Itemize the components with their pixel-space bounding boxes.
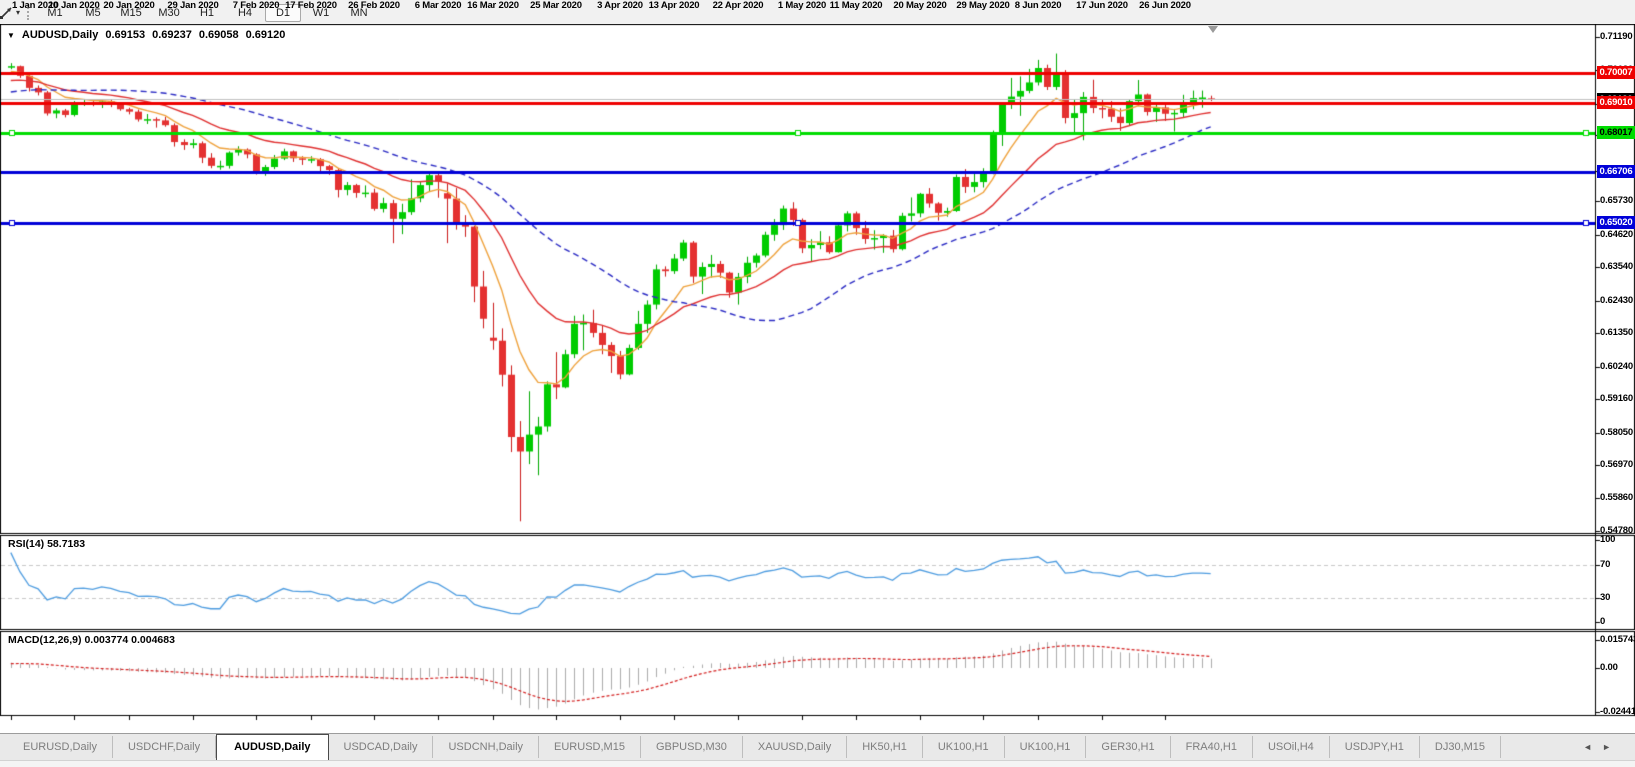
chart-tab-uk100-h1[interactable]: UK100,H1 <box>1004 736 1087 758</box>
chart-tab-audusd-daily[interactable]: AUDUSD,Daily <box>216 734 329 761</box>
price-axis-label: 0.58050 <box>1600 427 1633 438</box>
date-axis-label: 11 May 2020 <box>829 0 883 11</box>
date-axis-label: 29 Jan 2020 <box>167 0 219 11</box>
price-line-badge[interactable]: 0.66706 <box>1597 165 1635 178</box>
chart-title: ▼ AUDUSD,Daily 0.69153 0.69237 0.69058 0… <box>7 29 285 41</box>
date-axis-label: 25 Mar 2020 <box>530 0 582 11</box>
chart-tab-fra40-h1[interactable]: FRA40,H1 <box>1170 736 1253 758</box>
macd-indicator-label: MACD(12,26,9) 0.003774 0.004683 <box>8 634 175 646</box>
date-axis-label: 8 Jun 2020 <box>1014 0 1062 11</box>
price-line-badge[interactable]: 0.65020 <box>1597 216 1635 229</box>
date-axis-label: 17 Feb 2020 <box>285 0 337 11</box>
chart-tab-dj30-m15[interactable]: DJ30,M15 <box>1419 736 1502 758</box>
chart-tab-usdjpy-h1[interactable]: USDJPY,H1 <box>1329 736 1420 758</box>
symbol-dropdown-icon[interactable]: ▼ <box>7 31 15 40</box>
price-axis-label: 0.65730 <box>1600 195 1633 206</box>
price-line-badge[interactable]: 0.68017 <box>1597 126 1635 139</box>
price-chart-canvas[interactable] <box>0 24 1635 767</box>
ohlc-open: 0.69153 <box>105 29 146 41</box>
chart-tab-gbpusd-m30[interactable]: GBPUSD,M30 <box>640 736 743 758</box>
macd-axis-label: -0.024416 <box>1600 706 1635 717</box>
date-axis-label: 20 Jan 2020 <box>103 0 155 11</box>
price-axis-label: 0.64620 <box>1600 229 1633 240</box>
tabs-scroll-right-icon[interactable]: ► <box>1602 742 1621 752</box>
chart-tabs: EURUSD,Daily USDCHF,Daily AUDUSD,Daily USDC… <box>0 734 1502 761</box>
price-axis-label: 0.61350 <box>1600 327 1633 338</box>
date-axis-label: 26 Jun 2020 <box>1139 0 1191 11</box>
macd-axis-label: 0.015743 <box>1600 634 1635 645</box>
price-axis-label: 0.60240 <box>1600 361 1633 372</box>
date-axis-label: 22 Apr 2020 <box>712 0 764 11</box>
price-axis-label: 0.63540 <box>1600 261 1633 272</box>
chart-tab-usdcad-daily[interactable]: USDCAD,Daily <box>328 736 434 758</box>
rsi-indicator-label: RSI(14) 58.7183 <box>8 538 86 550</box>
ohlc-close: 0.69120 <box>245 29 286 41</box>
price-axis-label: 0.59160 <box>1600 393 1633 404</box>
chart-tab-hk50-h1[interactable]: HK50,H1 <box>847 736 923 758</box>
date-axis-label: 20 May 2020 <box>893 0 947 11</box>
macd-axis-label: 0.00 <box>1600 662 1618 673</box>
chart-tab-ger30-h1[interactable]: GER30,H1 <box>1086 736 1171 758</box>
chart-tab-usdcnh-daily[interactable]: USDCNH,Daily <box>433 736 540 758</box>
rsi-axis-label: 70 <box>1600 559 1611 570</box>
date-axis-label: 17 Jun 2020 <box>1076 0 1128 11</box>
price-axis-label: 0.55860 <box>1600 492 1633 503</box>
chart-tab-eurusd-m15[interactable]: EURUSD,M15 <box>539 736 641 758</box>
price-axis-label: 0.62430 <box>1600 295 1633 306</box>
status-strip <box>0 760 1635 767</box>
rsi-axis-label: 100 <box>1600 534 1616 545</box>
ohlc-high: 0.69237 <box>152 29 192 41</box>
ohlc-low: 0.69058 <box>198 29 239 41</box>
chart-tabbar: EURUSD,Daily USDCHF,Daily AUDUSD,Daily USDC… <box>0 733 1635 761</box>
rsi-axis-label: 0 <box>1600 616 1606 627</box>
tab-scroll-arrows: ◄► <box>1583 742 1621 752</box>
tabs-scroll-left-icon[interactable]: ◄ <box>1583 742 1602 752</box>
rsi-axis-label: 30 <box>1600 592 1611 603</box>
price-axis-label: 0.56970 <box>1600 459 1633 470</box>
price-line-badge[interactable]: 0.69010 <box>1597 96 1635 109</box>
chart-tab-eurusd-daily[interactable]: EURUSD,Daily <box>8 736 113 758</box>
date-axis-label: 13 Apr 2020 <box>648 0 700 11</box>
mt4-window: ▾ M1 M5 M15 M30 H1 H4 D1 W1 MN ▼ AUDUSD,Daily 0.… <box>0 0 1635 767</box>
price-line-badge[interactable]: 0.70007 <box>1597 66 1635 79</box>
chart-tab-usdchf-daily[interactable]: USDCHF,Daily <box>112 736 217 758</box>
chart-tab-usoil-h4[interactable]: USOil,H4 <box>1252 736 1330 758</box>
chart-symbol-period: AUDUSD,Daily <box>21 29 99 41</box>
chart-tab-uk100-h1[interactable]: UK100,H1 <box>922 736 1005 758</box>
price-axis-label: 0.71190 <box>1600 31 1633 42</box>
chart-shift-marker[interactable] <box>1208 26 1218 33</box>
date-axis-label: 26 Feb 2020 <box>348 0 400 11</box>
chart-tab-xauusd-daily[interactable]: XAUUSD,Daily <box>742 736 848 758</box>
date-axis-label: 16 Mar 2020 <box>467 0 519 11</box>
